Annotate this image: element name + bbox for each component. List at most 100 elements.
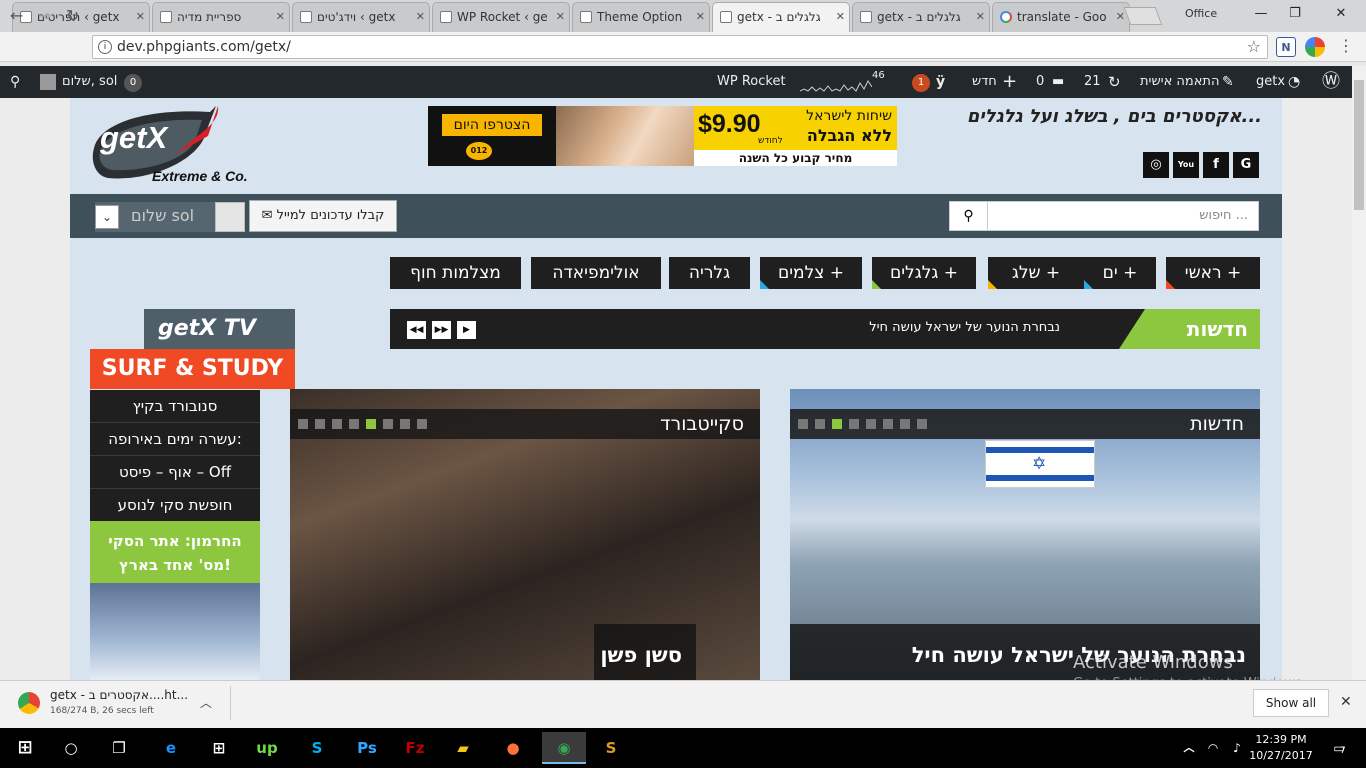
sidebar-ski-photo[interactable] <box>90 583 260 680</box>
tab-close-icon[interactable]: ✕ <box>976 3 985 31</box>
browser-tab[interactable]: וידג'טים ‹ getx ✕ <box>292 2 430 32</box>
file-explorer-icon[interactable]: ▰ <box>446 732 480 764</box>
windows-start-icon[interactable]: ⊞ <box>8 732 42 764</box>
user-menu[interactable]: ⌄ שלום sol <box>95 202 245 232</box>
slider-dot[interactable] <box>366 419 376 429</box>
minimize-icon[interactable]: — <box>1246 4 1276 24</box>
ticker-headline[interactable]: נבחרת הנוער של ישראל עושה חיל <box>780 320 1060 335</box>
back-icon[interactable]: ← <box>10 6 23 25</box>
reload-icon[interactable]: ↻ <box>66 6 79 25</box>
wordpress-logo-icon[interactable]: Ⓦ <box>1322 66 1340 98</box>
taskbar-clock[interactable]: 12:39 PM 10/27/2017 <box>1246 732 1316 764</box>
scrollbar-thumb[interactable] <box>1354 80 1364 210</box>
wp-comments-count[interactable]: 0 <box>1036 66 1044 98</box>
filezilla-icon[interactable]: Fz <box>398 732 432 764</box>
info-icon[interactable]: i <box>98 40 112 54</box>
tab-close-icon[interactable]: ✕ <box>556 3 565 31</box>
surf-study-banner[interactable]: SURF & STUDY <box>90 349 295 389</box>
menu-item[interactable]: שלג + <box>988 257 1084 289</box>
feature-title[interactable]: סשן פשן <box>594 624 696 680</box>
stats-sparkline-icon[interactable] <box>799 71 873 93</box>
skype-icon[interactable]: S <box>300 732 334 764</box>
extension-n-icon[interactable]: N <box>1276 37 1296 57</box>
ticker-next-icon[interactable]: ▶▶ <box>432 321 451 339</box>
browser-tab[interactable]: WP Rocket ‹ ge ✕ <box>432 2 570 32</box>
search-icon[interactable]: ⚲ <box>10 66 20 98</box>
menu-item[interactable]: גלגלים + <box>872 257 976 289</box>
menu-item[interactable]: צלמים + <box>760 257 862 289</box>
tab-close-icon[interactable]: ✕ <box>836 3 845 31</box>
menu-item[interactable]: מצלמות חוף <box>390 257 521 289</box>
action-center-icon[interactable]: ▭ <box>1322 732 1356 764</box>
browser-tab[interactable]: translate - Goo ✕ <box>992 2 1130 32</box>
instagram-icon[interactable]: ◎ <box>1143 152 1169 178</box>
search-button[interactable]: ⚲ <box>949 201 987 231</box>
slider-dot[interactable] <box>332 419 342 429</box>
site-logo[interactable]: getX Extreme & Co. <box>90 102 260 186</box>
close-window-icon[interactable]: ✕ <box>1326 4 1356 24</box>
chrome-menu-icon[interactable]: ⋮ <box>1338 36 1354 55</box>
edge-icon[interactable]: e <box>154 732 188 764</box>
slider-dot[interactable] <box>883 419 893 429</box>
menu-item[interactable]: ים + <box>1084 257 1156 289</box>
chevron-up-icon[interactable]: ︿ <box>200 694 212 711</box>
chevron-down-icon[interactable]: ⌄ <box>95 205 119 229</box>
sublime-icon[interactable]: S <box>594 732 628 764</box>
maximize-icon[interactable]: ❐ <box>1280 4 1310 24</box>
facebook-icon[interactable]: f <box>1203 152 1229 178</box>
google-plus-icon[interactable]: G <box>1233 152 1259 178</box>
slider-dot[interactable] <box>815 419 825 429</box>
new-tab-button[interactable] <box>1123 7 1163 25</box>
wp-greeting[interactable]: שלום, sol <box>62 66 117 98</box>
cortana-icon[interactable]: ○ <box>54 732 88 764</box>
download-item[interactable]: getx - אקסטרים ב....ht... 168/274 B, 26 … <box>10 686 220 722</box>
bookmark-star-icon[interactable]: ☆ <box>1247 36 1261 58</box>
slider-dot[interactable] <box>798 419 808 429</box>
dashboard-icon[interactable]: ◔ <box>1288 66 1300 98</box>
tab-close-icon[interactable]: ✕ <box>696 3 705 31</box>
ticker-prev-icon[interactable]: ◀◀ <box>407 321 426 339</box>
search-input[interactable]: חיפוש ... <box>987 201 1259 231</box>
getx-tv-logo[interactable]: getX TV <box>144 309 295 349</box>
tab-close-icon[interactable]: ✕ <box>416 3 425 31</box>
profile-label[interactable]: Office <box>1185 7 1217 20</box>
slider-dot[interactable] <box>849 419 859 429</box>
wp-rocket-menu[interactable]: WP Rocket <box>717 66 786 98</box>
wp-customize[interactable]: התאמה אישית <box>1140 66 1219 98</box>
youtube-icon[interactable]: You <box>1173 152 1199 178</box>
forward-icon[interactable]: → <box>38 6 51 25</box>
firefox-icon[interactable]: ● <box>496 732 530 764</box>
browser-tab[interactable]: תפריטים ‹ getx ✕ <box>12 2 150 32</box>
slider-dot[interactable] <box>832 419 842 429</box>
wp-new[interactable]: חדש <box>972 66 997 98</box>
slider-dot[interactable] <box>400 419 410 429</box>
sidebar-item[interactable]: אוף – פיסט – Off <box>90 456 260 489</box>
slider-dot[interactable] <box>315 419 325 429</box>
slider-dot[interactable] <box>866 419 876 429</box>
sidebar-item[interactable]: סנובורד בקיץ <box>90 390 260 423</box>
menu-item[interactable]: ראשי + <box>1166 257 1260 289</box>
browser-tab[interactable]: Theme Option ✕ <box>572 2 710 32</box>
ticker-play-icon[interactable]: ▶ <box>457 321 476 339</box>
menu-item[interactable]: אולימפיאדה <box>531 257 661 289</box>
sidebar-item[interactable]: עשרה ימים באירופה: <box>90 423 260 456</box>
slider-dot[interactable] <box>349 419 359 429</box>
extension-color-icon[interactable] <box>1305 37 1325 57</box>
ad-banner[interactable]: הצטרפו היום 012 $9.90 לחודש שיחות לישראל… <box>428 106 897 166</box>
browser-tab[interactable]: getx - גלגלים ב ✕ <box>852 2 990 32</box>
close-icon[interactable]: ✕ <box>1340 694 1352 710</box>
yoast-icon[interactable]: ÿ <box>936 66 945 98</box>
browser-tab[interactable]: getx - גלגלים ב ✕ <box>712 2 850 32</box>
slider-dot[interactable] <box>900 419 910 429</box>
tab-close-icon[interactable]: ✕ <box>276 3 285 31</box>
wp-site-name[interactable]: getx <box>1256 66 1285 98</box>
wp-updates-count[interactable]: 21 <box>1084 66 1101 98</box>
menu-item[interactable]: גלריה <box>669 257 750 289</box>
user-avatar[interactable] <box>40 74 56 90</box>
photoshop-icon[interactable]: Ps <box>350 732 384 764</box>
browser-tab[interactable]: ספריית מדיה ✕ <box>152 2 290 32</box>
store-icon[interactable]: ⊞ <box>202 732 236 764</box>
task-view-icon[interactable]: ❐ <box>102 732 136 764</box>
chrome-taskbar-icon[interactable]: ◉ <box>542 732 586 764</box>
slider-dot[interactable] <box>417 419 427 429</box>
